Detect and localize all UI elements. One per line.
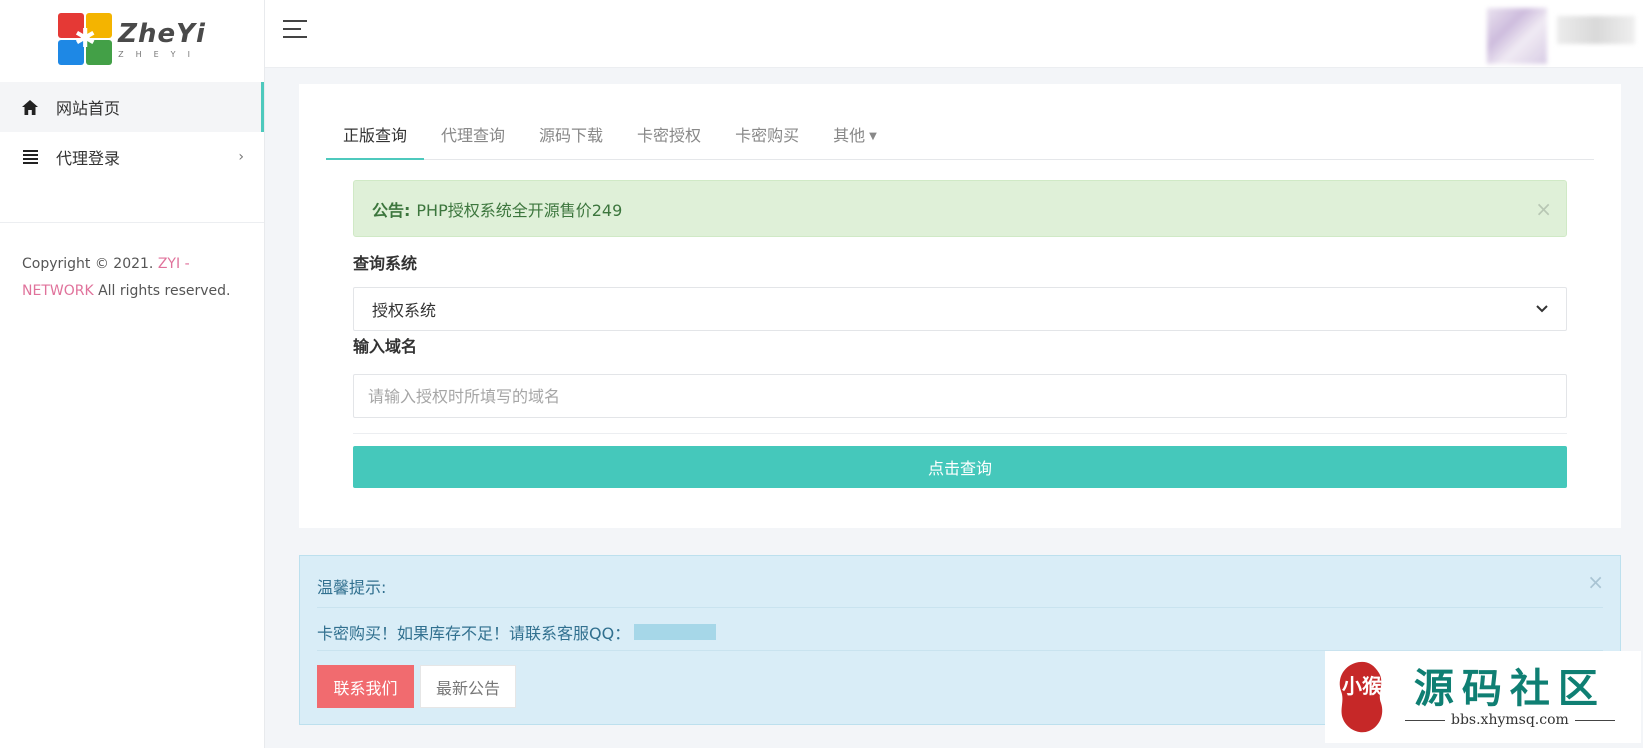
tips-text-row: 卡密购买！如果库存不足！请联系客服QQ： [317,620,717,644]
system-select[interactable]: 授权系统 [353,287,1567,331]
contact-us-button[interactable]: 联系我们 [317,665,414,708]
notice-alert: 公告: PHP授权系统全开源售价249 × [353,180,1567,237]
tab-agent-query[interactable]: 代理查询 [424,114,522,160]
tab-genuine-query[interactable]: 正版查询 [326,114,425,160]
tips-divider [317,607,1603,608]
logo-subtitle: ZHEYI [118,49,202,59]
home-icon [20,99,40,115]
tips-title: 温馨提示: [317,578,387,597]
form-divider [353,433,1567,434]
watermark-title: 源码社区 [1413,665,1606,712]
domain-input[interactable] [353,374,1567,418]
menu-toggle-icon[interactable] [283,20,307,40]
seal-logo-icon: 小猴 [1333,657,1391,737]
logo[interactable]: ✱ ZheYi ZHEYI [58,13,206,65]
user-name-redacted[interactable] [1557,16,1635,44]
copyright-suffix: All rights reserved. [98,283,231,299]
top-bar [265,0,1643,68]
seal-text: 小猴 [1342,674,1383,698]
close-icon[interactable]: × [1535,197,1552,221]
system-label: 查询系统 [353,254,418,273]
query-card: 正版查询 代理查询 源码下载 卡密授权 卡密购买 其他 ▼ 公告: PHP授权系统… [299,84,1621,528]
watermark-url: bbs.xhymsq.com [1451,712,1569,728]
domain-label: 输入域名 [353,337,418,356]
avatar[interactable] [1487,8,1547,64]
tab-bar: 正版查询 代理查询 源码下载 卡密授权 卡密购买 其他 ▼ [326,114,1594,160]
chevron-down-icon [1536,301,1548,317]
tab-other-dropdown[interactable]: 其他 ▼ [816,114,894,160]
logo-mark-icon: ✱ [58,13,113,65]
latest-notice-button[interactable]: 最新公告 [420,665,516,708]
sidebar-item-home[interactable]: 网站首页 [0,82,264,132]
notice-text: PHP授权系统全开源售价249 [416,200,623,220]
watermark: 小猴 源码社区 bbs.xhymsq.com [1325,651,1641,743]
tab-card-purchase[interactable]: 卡密购买 [718,114,816,160]
sidebar-item-agent-login[interactable]: 代理登录 › [0,132,264,182]
chevron-right-icon: › [238,149,244,165]
sidebar: ✱ ZheYi ZHEYI 网站首页 代理登录 › Copyright © 20… [0,0,265,748]
tab-card-auth[interactable]: 卡密授权 [620,114,718,160]
caret-down-icon: ▼ [869,130,877,142]
system-select-value: 授权系统 [372,301,437,320]
logo-title: ZheYi [118,18,206,49]
tab-other-label: 其他 [833,126,866,145]
logo-area[interactable]: ✱ ZheYi ZHEYI [0,0,264,78]
sidebar-item-label: 网站首页 [56,99,121,118]
tips-text: 卡密购买！如果库存不足！请联系客服QQ： [317,624,631,643]
notice-label: 公告: [372,200,411,220]
tab-source-download[interactable]: 源码下载 [522,114,620,160]
qq-number-redacted [634,624,717,640]
query-submit-button[interactable]: 点击查询 [353,446,1567,488]
watermark-url-row: bbs.xhymsq.com [1399,712,1621,728]
copyright: Copyright © 2021. ZYI - NETWORK All righ… [0,223,264,305]
list-icon [20,150,40,164]
copyright-prefix: Copyright © 2021. [22,256,154,272]
sidebar-item-label: 代理登录 [56,149,121,168]
close-icon[interactable]: × [1587,570,1604,594]
